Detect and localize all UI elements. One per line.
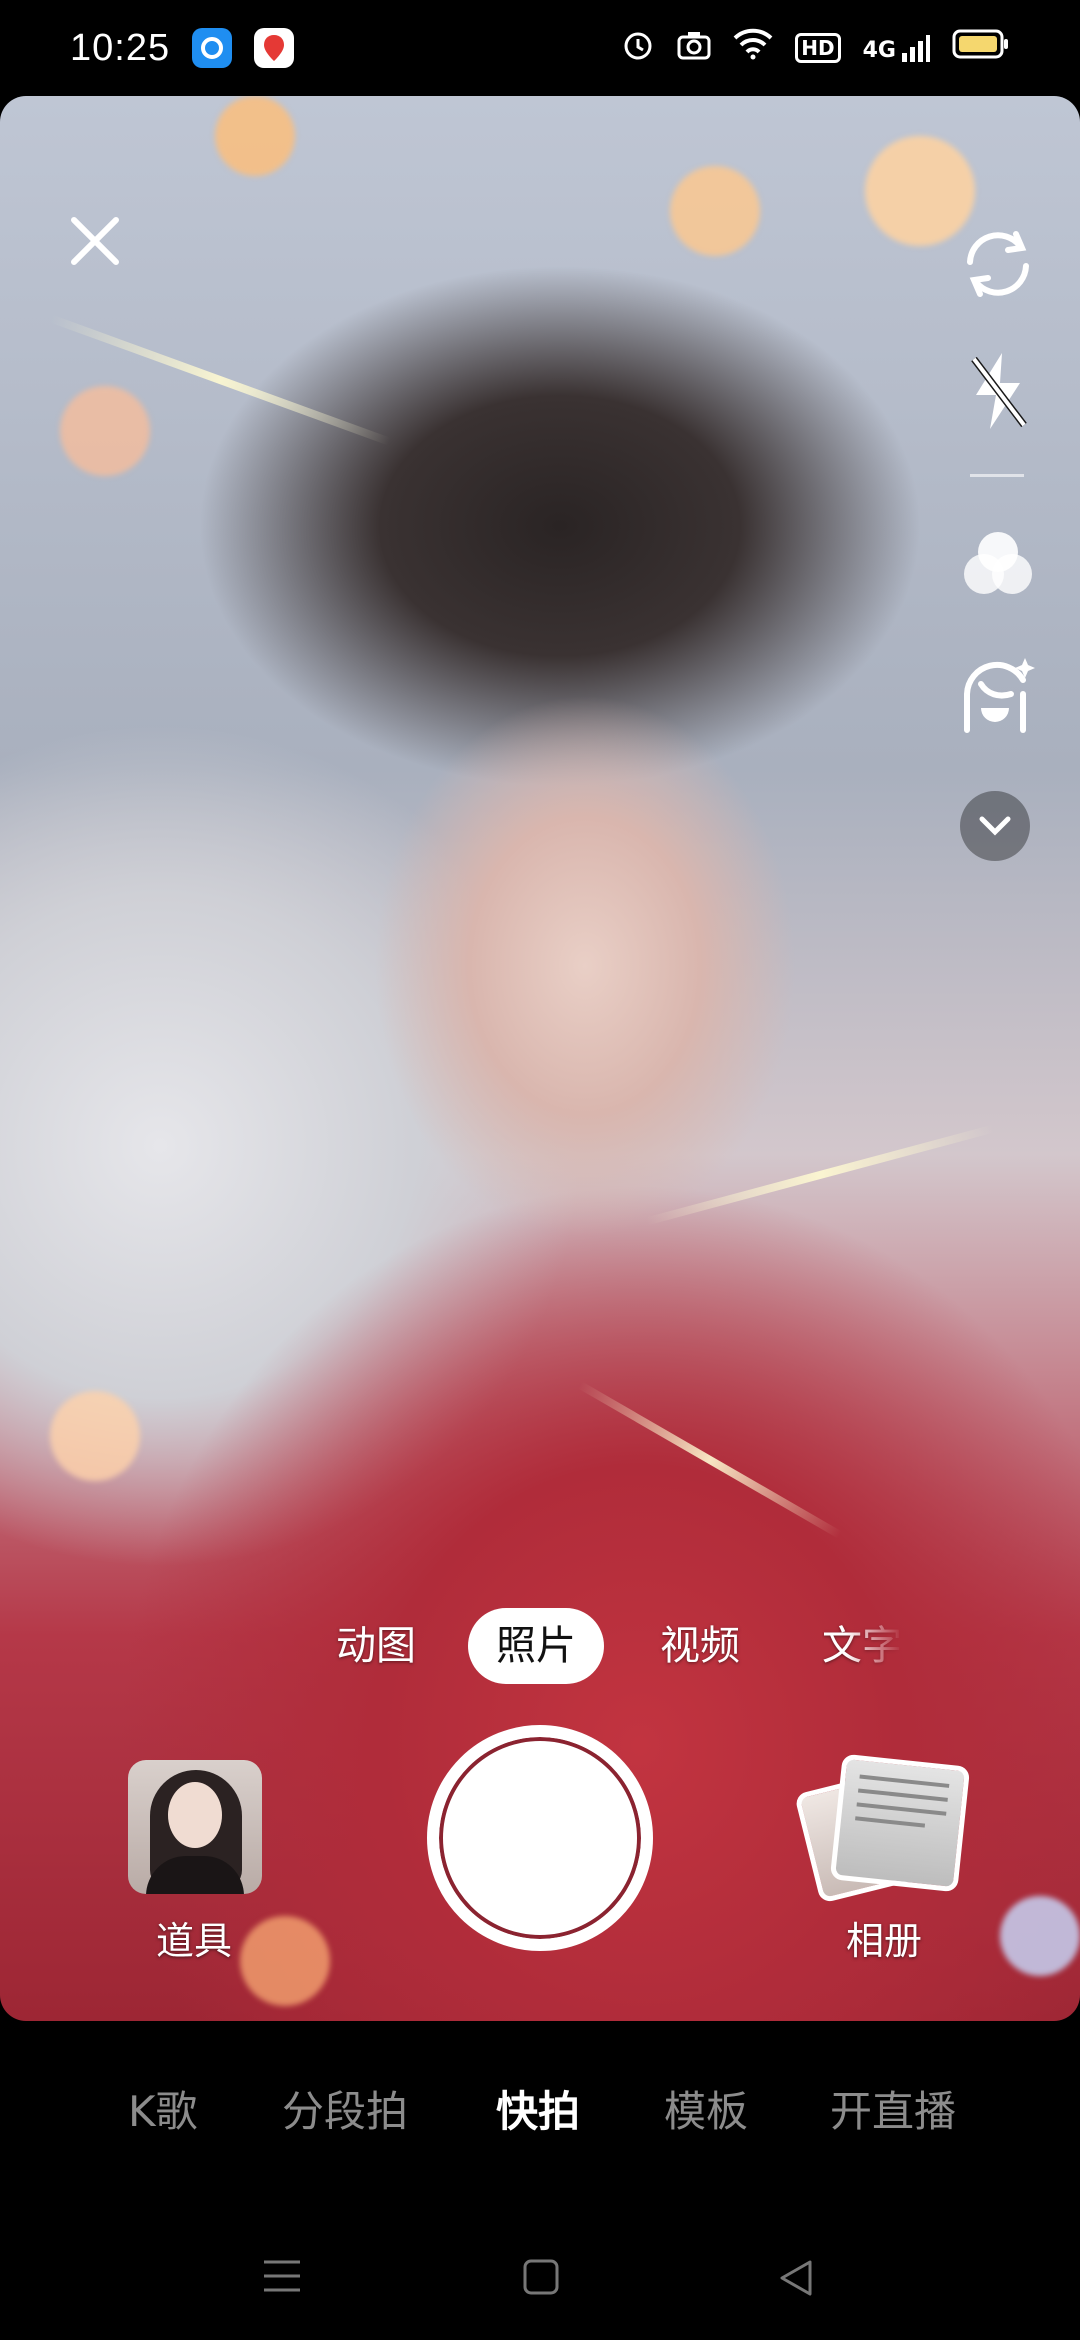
beauty-icon [963, 658, 1035, 733]
mode-photo[interactable]: 照片 [468, 1608, 604, 1684]
flip-camera-icon [966, 230, 1029, 297]
filter-button[interactable] [955, 521, 1040, 606]
bottom-mode-tabs: K歌 分段拍 快拍 模板 开直播 [0, 2078, 1080, 2138]
status-bar: 10:25 HD 4G [0, 0, 1080, 96]
props-label: 道具 [156, 1919, 233, 1963]
mode-video[interactable]: 视频 [660, 1608, 740, 1684]
app-notification-icon [192, 28, 233, 68]
bokeh-light [670, 166, 760, 256]
map-notification-icon [254, 28, 295, 68]
album-thumb-front [829, 1753, 971, 1893]
bokeh-light [1000, 1896, 1080, 1976]
menu-button[interactable] [262, 2258, 302, 2298]
shutter-button[interactable] [427, 1725, 653, 1951]
beauty-button[interactable] [955, 651, 1040, 741]
chevron-down-icon [979, 816, 1011, 836]
shutter-inner [449, 1747, 631, 1929]
status-time: 10:25 [70, 26, 171, 69]
tab-karaoke[interactable]: K歌 [128, 2078, 198, 2139]
sparkle [645, 1124, 995, 1226]
battery-icon [952, 28, 1010, 69]
tab-template[interactable]: 模板 [664, 2078, 748, 2139]
bokeh-light [215, 96, 295, 176]
flash-off-icon [970, 353, 1027, 429]
album-label: 相册 [846, 1919, 923, 1963]
sparkle [578, 1381, 842, 1539]
bokeh-light [60, 386, 150, 476]
flash-button[interactable] [955, 346, 1040, 436]
props-button[interactable] [128, 1760, 262, 1894]
wifi-icon [733, 28, 773, 69]
close-icon [71, 217, 119, 265]
camera-status-icon [677, 28, 711, 69]
filter-icon [963, 531, 1032, 594]
home-icon [523, 2259, 559, 2295]
album-button[interactable] [794, 1753, 971, 1904]
bokeh-light [50, 1391, 140, 1481]
back-button[interactable] [776, 2258, 816, 2302]
rail-divider [970, 474, 1024, 477]
back-icon [780, 2260, 812, 2296]
close-button[interactable] [60, 206, 130, 276]
home-button[interactable] [522, 2258, 560, 2300]
bokeh-light [240, 1916, 330, 2006]
mode-gif[interactable]: 动图 [336, 1608, 416, 1684]
tab-segment-shoot[interactable]: 分段拍 [282, 2078, 408, 2139]
flip-camera-button[interactable] [950, 216, 1045, 311]
tab-quick-shoot[interactable]: 快拍 [496, 2078, 580, 2139]
more-options-button[interactable] [960, 791, 1030, 861]
props-thumbnail-face [168, 1782, 222, 1848]
menu-icon [264, 2260, 300, 2292]
cellular-signal: 4G [863, 33, 930, 63]
system-navigation-bar [0, 2230, 1080, 2320]
hd-badge: HD [795, 33, 841, 63]
mode-text[interactable]: 文字 [822, 1608, 902, 1684]
capture-mode-tabs: 动图 照片 视频 文字 [0, 1608, 1080, 1684]
tab-go-live[interactable]: 开直播 [830, 2078, 956, 2139]
network-type: 4G [862, 38, 896, 63]
alarm-icon [621, 27, 655, 70]
